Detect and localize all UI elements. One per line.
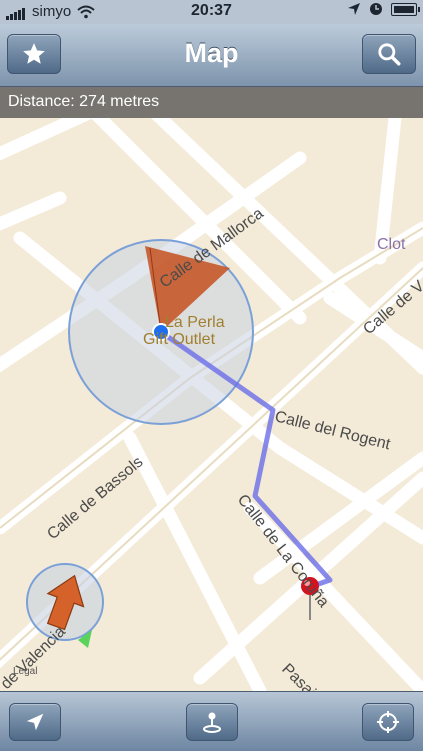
nav-bar: Map	[0, 24, 423, 87]
page-title: Map	[184, 38, 239, 68]
status-right	[347, 2, 420, 16]
locate-button[interactable]	[9, 703, 61, 741]
center-button[interactable]	[362, 703, 414, 741]
location-arrow-icon	[26, 713, 44, 731]
bottom-toolbar	[0, 691, 423, 751]
crosshair-icon	[377, 711, 399, 733]
poi-label-line1: La Perla	[165, 314, 225, 331]
search-icon	[378, 43, 401, 66]
map-view[interactable]: Calle de Mallorca Calle del Rogent Calle…	[0, 118, 423, 691]
poi-label-line2: Gift Outlet	[143, 331, 216, 348]
distance-text: Distance: 274 metres	[8, 93, 160, 110]
joystick-icon	[203, 712, 221, 733]
joystick-button[interactable]	[186, 703, 238, 741]
map-canvas	[0, 118, 423, 691]
search-button[interactable]	[362, 34, 416, 74]
status-bar: simyo 20:37	[0, 0, 423, 24]
battery-icon	[391, 2, 420, 16]
district-label: Clot	[377, 236, 406, 253]
location-services-icon	[348, 3, 360, 15]
clock-icon	[370, 3, 382, 15]
distance-bar: Distance: 274 metres	[0, 87, 423, 118]
legal-link[interactable]: Legal	[13, 666, 37, 677]
